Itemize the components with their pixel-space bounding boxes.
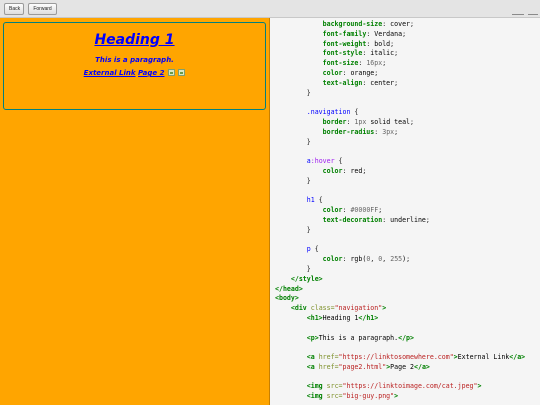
code-line: text-align: center; (306, 78, 399, 87)
browser-toolbar: Back Forward (0, 0, 540, 18)
toolbar-divider (512, 14, 524, 15)
code-line: } (306, 88, 311, 97)
navigation-box: Heading 1 This is a paragraph. External … (3, 22, 266, 110)
code-line: text-decoration: underline; (306, 215, 430, 224)
code-line: } (306, 176, 311, 185)
code-line: color: orange; (306, 68, 379, 77)
code-line: <img src="https://linktoimage.com/cat.jp… (290, 382, 482, 391)
code-line: <div class="navigation"> (290, 304, 387, 313)
code-editor-pane[interactable]: background-size: cover; font-family: Ver… (270, 18, 540, 405)
paragraph-text: This is a paragraph. (95, 56, 174, 64)
code-line: .navigation { (306, 108, 359, 117)
broken-image-icon (167, 69, 175, 76)
code-line: <body> (275, 294, 299, 303)
back-button[interactable]: Back (4, 3, 24, 15)
code-line: font-family: Verdana; (306, 29, 407, 38)
toolbar-divider (528, 14, 538, 15)
preview-pane: Heading 1 This is a paragraph. External … (0, 18, 270, 405)
page2-link[interactable]: Page 2 (138, 69, 164, 77)
code-line: color: red; (306, 166, 367, 175)
code-line: <a href="https://linktosomewhere.com">Ex… (290, 353, 526, 362)
external-link[interactable]: External Link (84, 69, 136, 77)
code-line: p { (306, 245, 319, 254)
broken-image-icon (178, 69, 186, 76)
code-line: font-size: 16px; (306, 59, 387, 68)
code-line: border-radius: 3px; (306, 127, 399, 136)
code-line: <img src="big-guy.png"> (290, 392, 399, 401)
code-line: </head> (275, 284, 303, 293)
code-line: a:hover { (306, 157, 343, 166)
code-line: font-weight: bold; (306, 39, 395, 48)
code-line: background-size: cover; (306, 20, 414, 28)
code-line: color: #0000FF; (306, 206, 383, 215)
code-line: <h1>Heading 1</h1> (290, 313, 379, 322)
code-line: </style> (290, 274, 323, 283)
code-line: color: rgb(0, 0, 255); (306, 255, 411, 264)
code-line: border: 1px solid teal; (306, 117, 414, 126)
forward-button[interactable]: Forward (28, 3, 57, 15)
code-line: } (306, 225, 311, 234)
code-line: } (306, 264, 311, 273)
code-line: <a href="page2.html">Page 2</a> (290, 362, 430, 371)
page-heading: Heading 1 (94, 32, 175, 48)
code-line: } (306, 137, 311, 146)
links-row: External Link Page 2 (4, 69, 265, 78)
code-line: h1 { (306, 196, 323, 205)
code-line: <p>This is a paragraph.</p> (290, 333, 414, 342)
code-line: font-style: italic; (306, 49, 399, 58)
